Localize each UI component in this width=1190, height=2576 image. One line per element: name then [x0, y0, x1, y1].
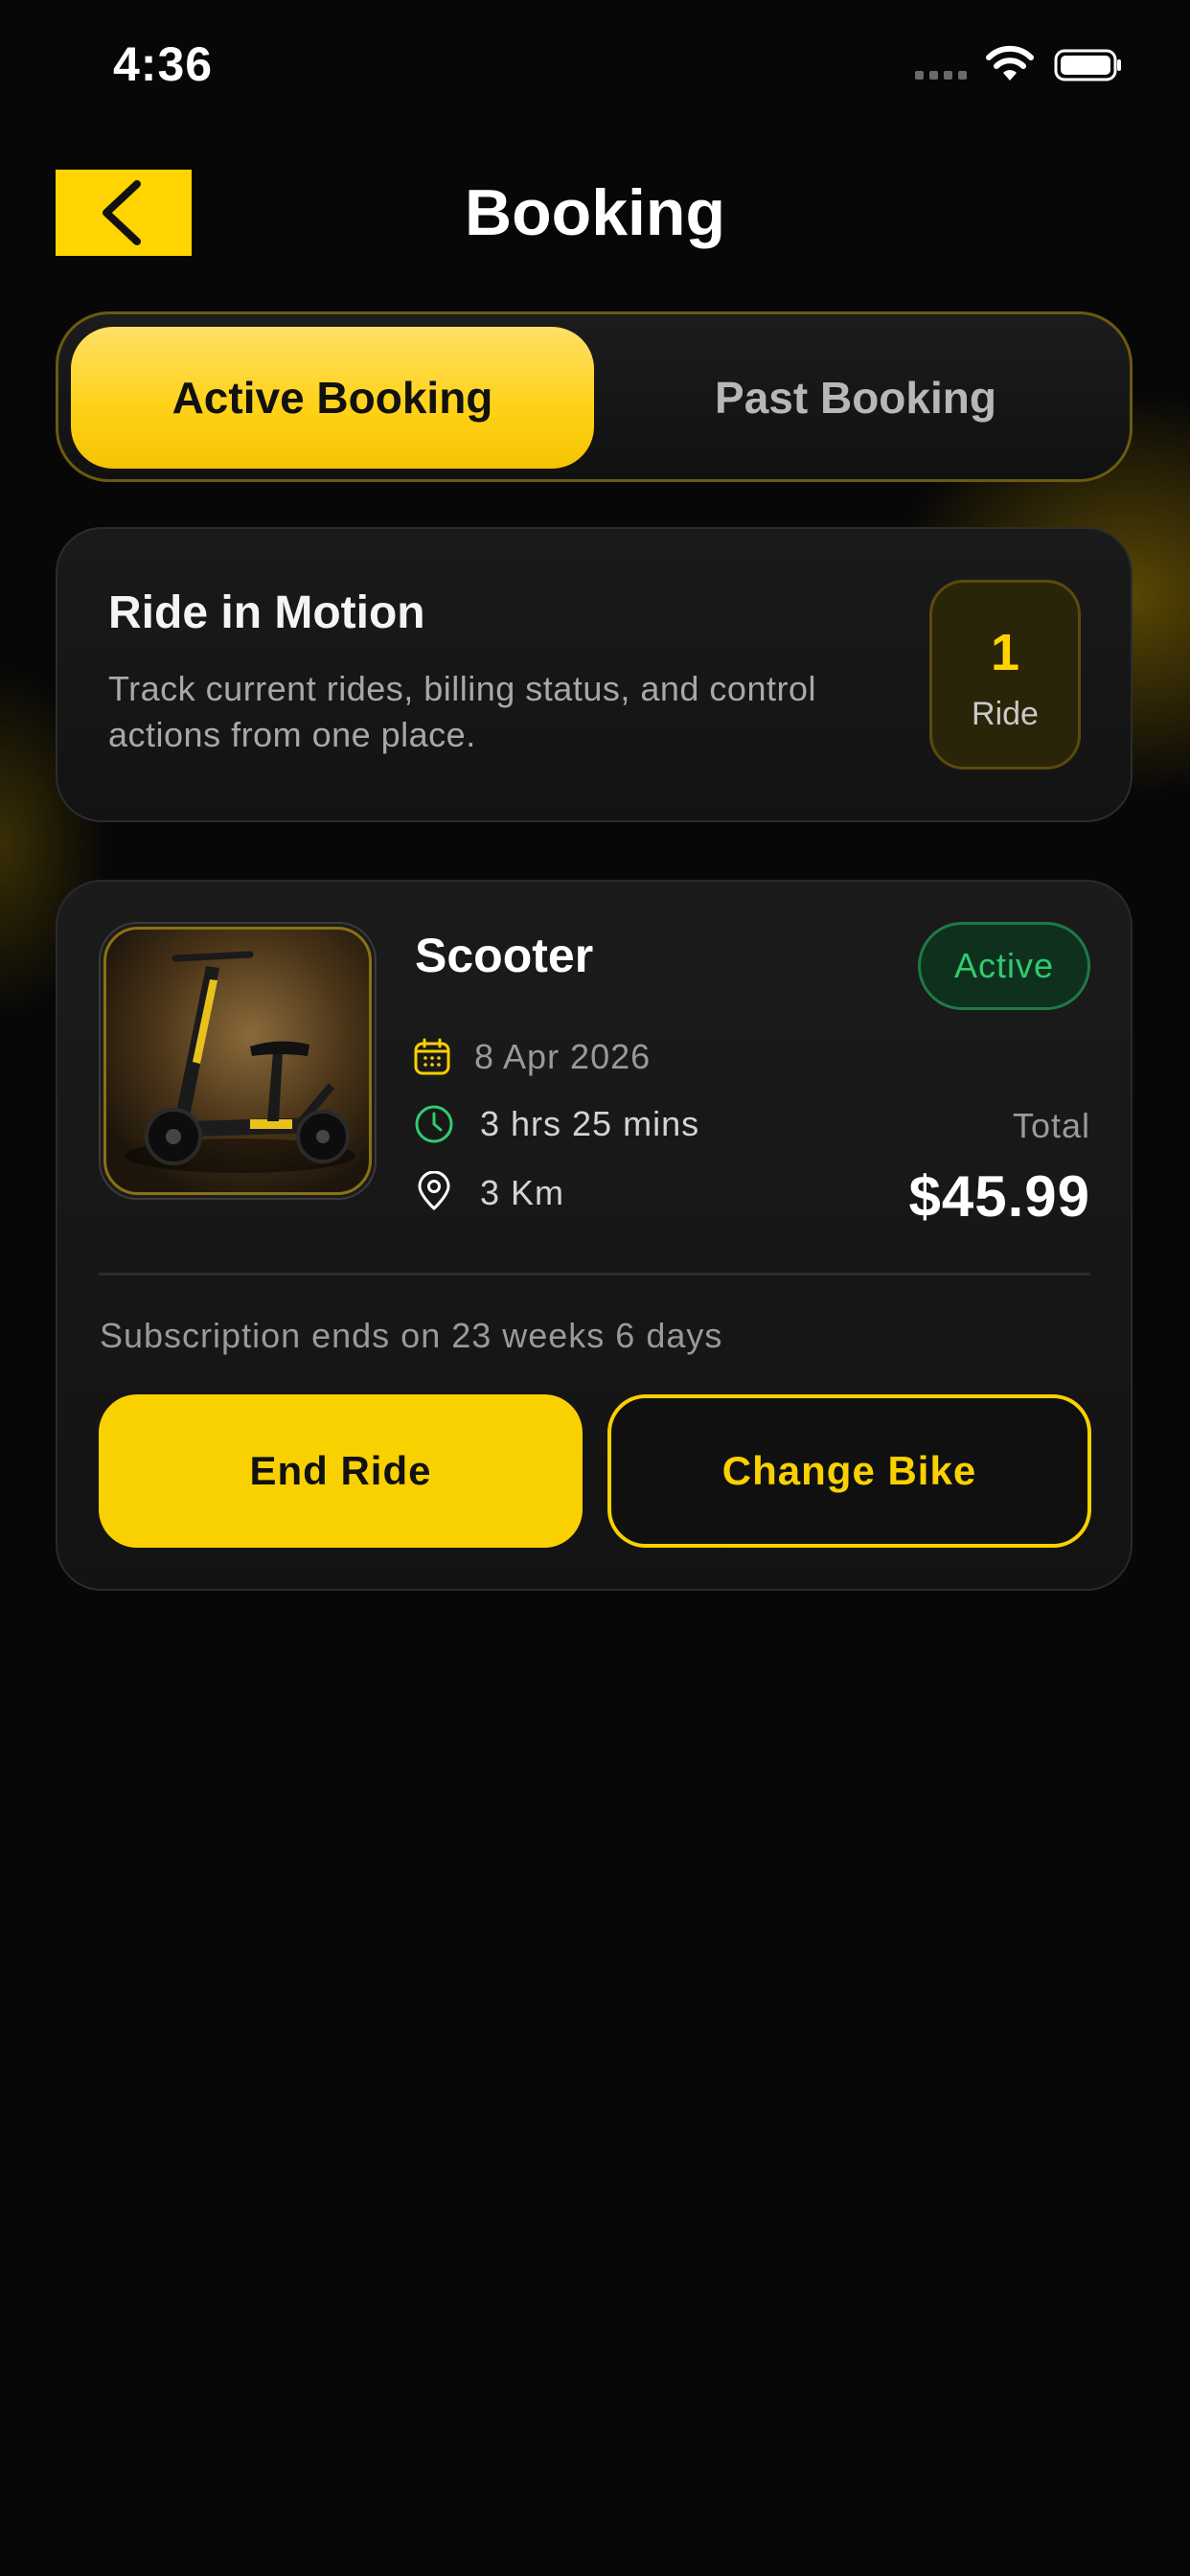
end-ride-button[interactable]: End Ride: [99, 1394, 583, 1548]
summary-description: Track current rides, billing status, and…: [108, 669, 816, 754]
calendar-icon: [414, 1038, 450, 1075]
clock-icon: [415, 1105, 453, 1143]
subscription-text: Subscription ends on 23 weeks 6 days: [100, 1316, 723, 1355]
scooter-illustration: [126, 951, 355, 1173]
vehicle-name: Scooter: [415, 929, 594, 982]
divider: [99, 1273, 1090, 1276]
vehicle-image: [103, 927, 372, 1195]
battery-icon: [1054, 49, 1121, 81]
location-pin-icon: [418, 1171, 450, 1210]
cellular-signal-icon: [915, 71, 967, 80]
total-value: $45.99: [908, 1164, 1090, 1229]
page-title: Booking: [465, 176, 725, 249]
ride-count: 1: [990, 624, 1020, 681]
booking-duration: 3 hrs 25 mins: [480, 1104, 700, 1143]
ride-count-label: Ride: [972, 696, 1039, 732]
booking-date: 8 Apr 2026: [474, 1037, 652, 1076]
tab-past-booking[interactable]: Past Booking: [594, 327, 1117, 469]
change-bike-button[interactable]: Change Bike: [607, 1394, 1091, 1548]
status-badge: Active: [918, 922, 1090, 1010]
summary-title: Ride in Motion: [108, 587, 425, 638]
tab-active-booking[interactable]: Active Booking: [71, 327, 594, 469]
total-label: Total: [1012, 1106, 1090, 1145]
booking-distance: 3 Km: [480, 1173, 565, 1212]
wifi-icon: [986, 45, 1034, 80]
status-time: 4:36: [113, 37, 214, 91]
